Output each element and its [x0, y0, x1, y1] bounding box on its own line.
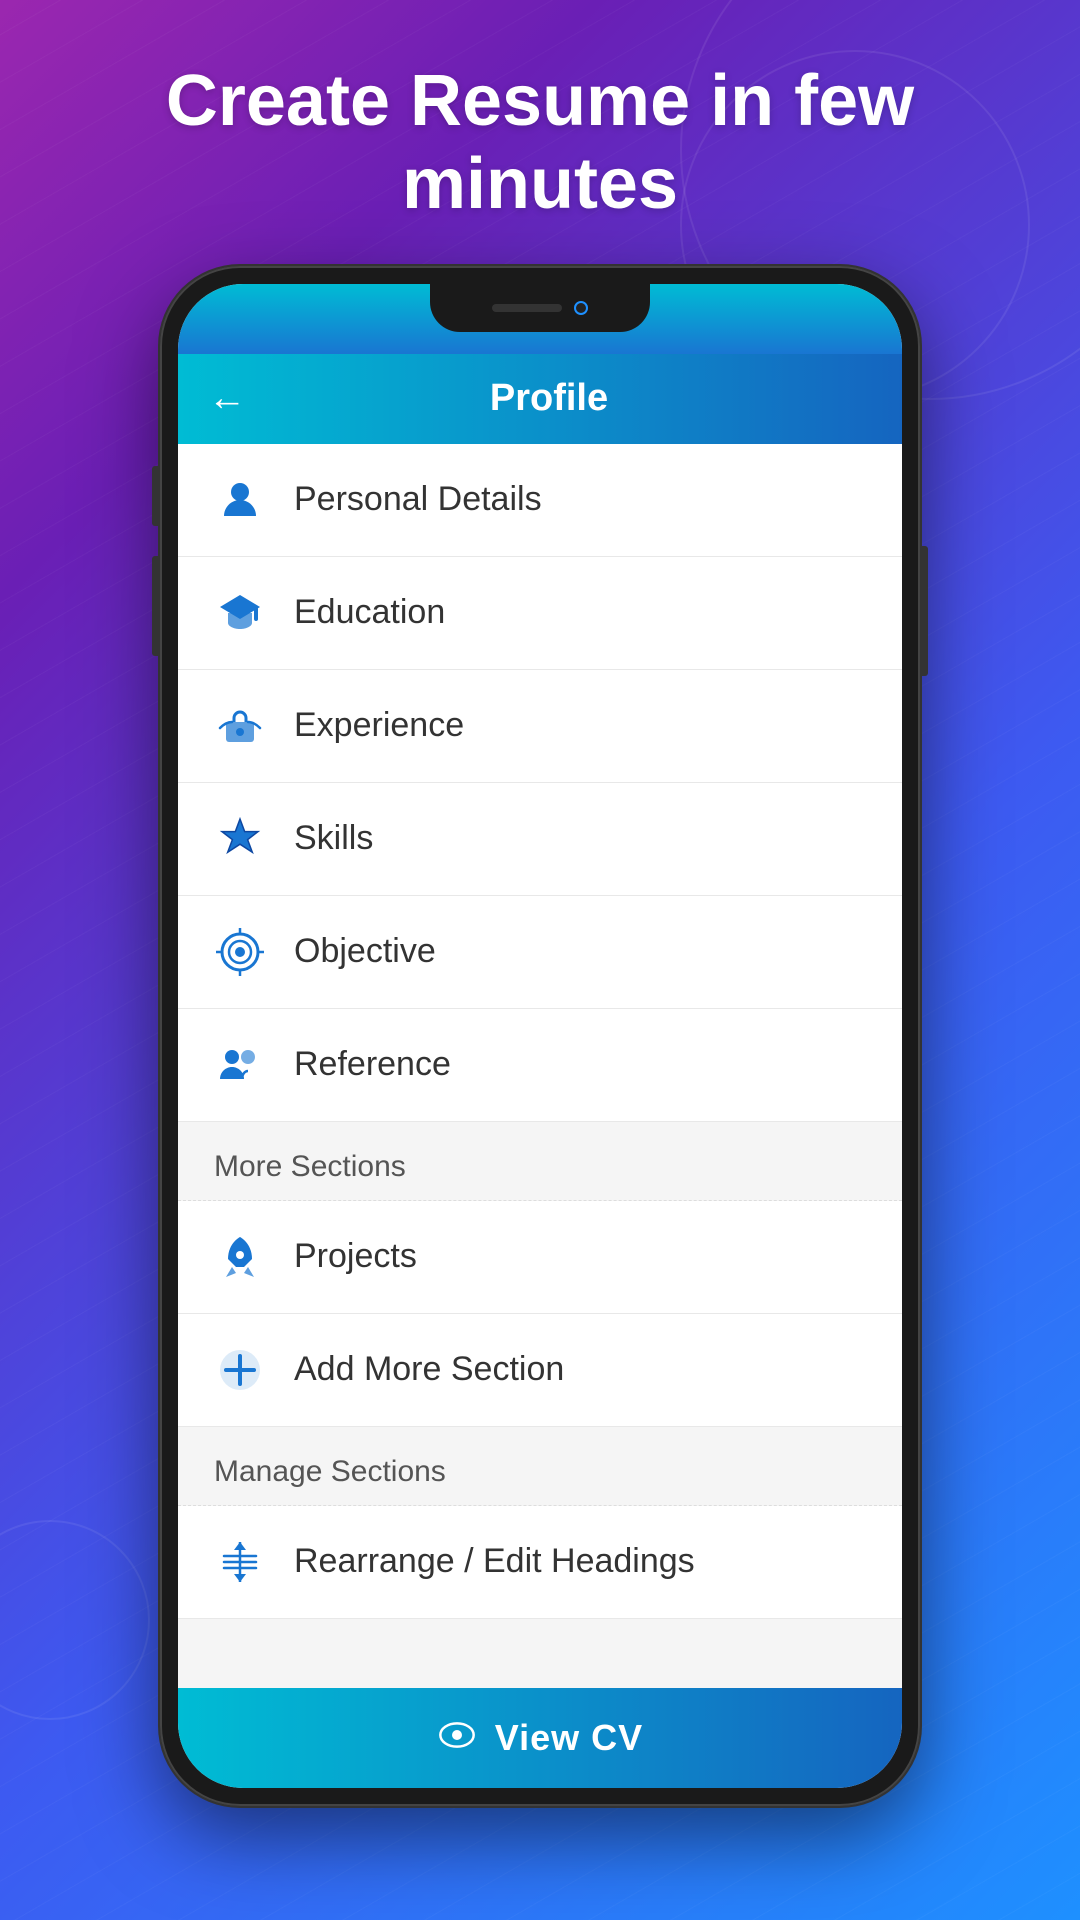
menu-item-skills[interactable]: Skills	[178, 783, 902, 896]
education-icon	[214, 587, 266, 639]
menu-label-education: Education	[294, 593, 445, 632]
header-section: Create Resume in few minutes	[0, 0, 1080, 266]
menu-label-reference: Reference	[294, 1045, 451, 1084]
objective-icon	[214, 926, 266, 978]
menu-label-skills: Skills	[294, 819, 373, 858]
more-sections-header: More Sections	[178, 1122, 902, 1201]
view-cv-button[interactable]: View CV	[178, 1688, 902, 1788]
rearrange-icon	[214, 1536, 266, 1588]
phone-screen: ← Profile Personal Details	[178, 284, 902, 1788]
person-icon	[214, 474, 266, 526]
notch	[430, 284, 650, 332]
menu-list: Personal Details Education	[178, 444, 902, 1688]
manage-sections-header: Manage Sections	[178, 1427, 902, 1506]
front-camera	[574, 301, 588, 315]
menu-item-projects[interactable]: Projects	[178, 1201, 902, 1314]
menu-label-experience: Experience	[294, 706, 464, 745]
eye-icon	[437, 1715, 477, 1760]
menu-label-projects: Projects	[294, 1237, 417, 1276]
notch-area	[178, 284, 902, 354]
experience-icon	[214, 700, 266, 752]
phone-frame: ← Profile Personal Details	[160, 266, 920, 1806]
headline: Create Resume in few minutes	[40, 60, 1040, 226]
menu-item-reference[interactable]: Reference	[178, 1009, 902, 1122]
back-button[interactable]: ←	[208, 377, 246, 420]
speaker	[492, 304, 562, 312]
rocket-icon	[214, 1231, 266, 1283]
menu-label-add-more-section: Add More Section	[294, 1350, 564, 1389]
power-button	[922, 546, 928, 676]
skills-icon	[214, 813, 266, 865]
menu-item-objective[interactable]: Objective	[178, 896, 902, 1009]
plus-icon	[214, 1344, 266, 1396]
menu-item-experience[interactable]: Experience	[178, 670, 902, 783]
menu-item-add-more-section[interactable]: Add More Section	[178, 1314, 902, 1427]
app-header: ← Profile	[178, 354, 902, 444]
menu-item-personal-details[interactable]: Personal Details	[178, 444, 902, 557]
menu-label-rearrange: Rearrange / Edit Headings	[294, 1542, 695, 1581]
menu-item-rearrange[interactable]: Rearrange / Edit Headings	[178, 1506, 902, 1619]
volume-down-button	[152, 556, 158, 656]
menu-label-personal-details: Personal Details	[294, 480, 542, 519]
menu-label-objective: Objective	[294, 932, 436, 971]
volume-up-button	[152, 466, 158, 526]
menu-item-education[interactable]: Education	[178, 557, 902, 670]
view-cv-label: View CV	[495, 1717, 643, 1759]
reference-icon	[214, 1039, 266, 1091]
app-title: Profile	[266, 377, 832, 420]
